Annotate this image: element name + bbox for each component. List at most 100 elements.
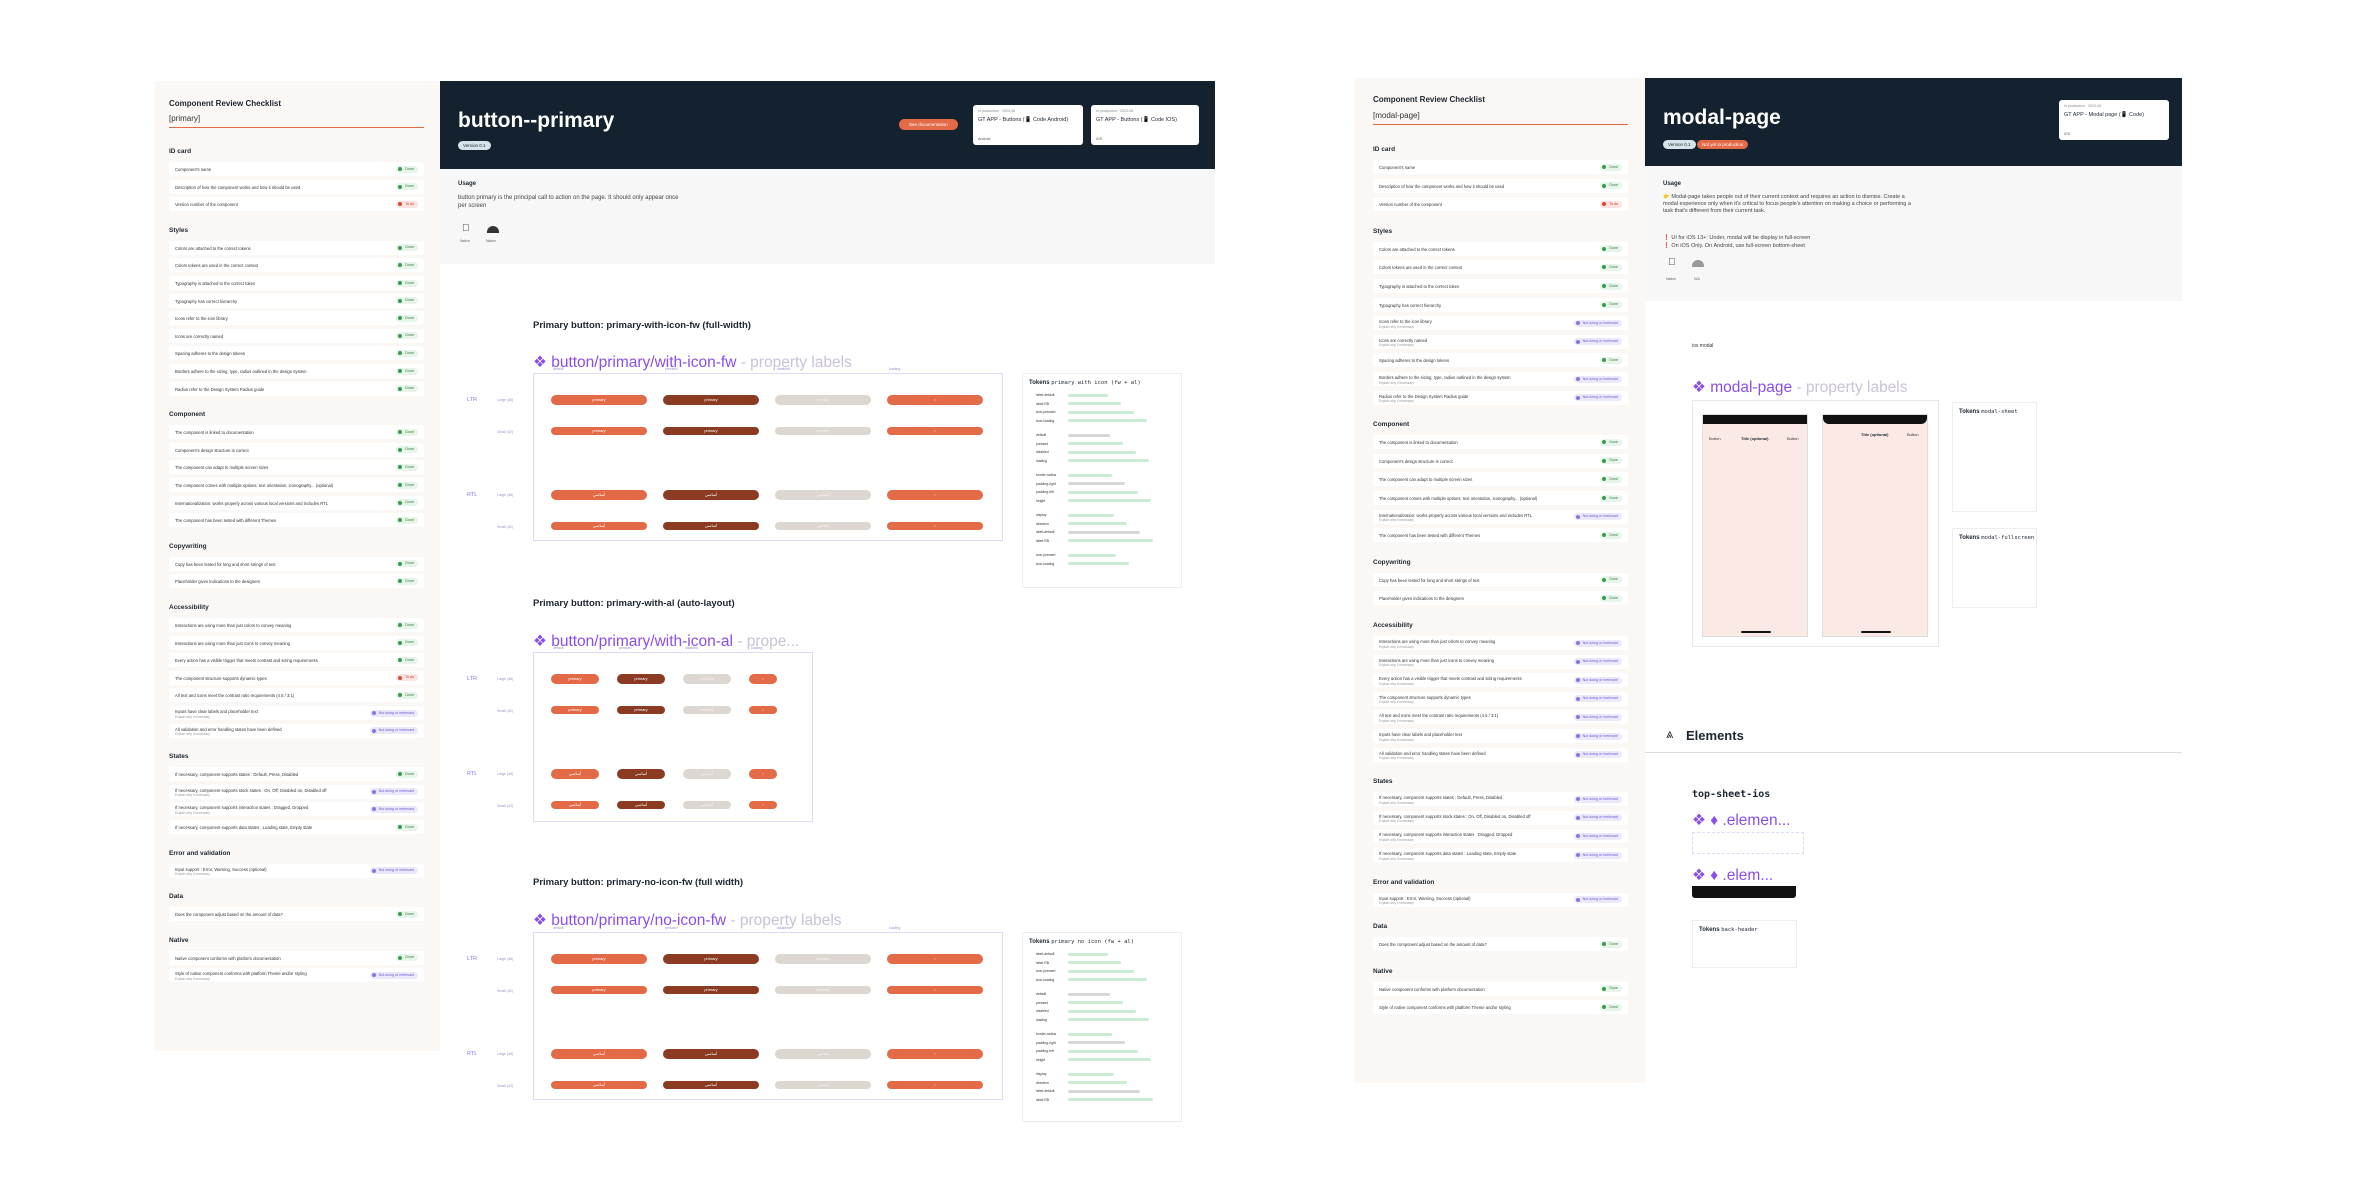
checklist-item[interactable]: Borders adhere to the sizing, type, radi… [1373,372,1628,386]
status-badge[interactable]: To do [396,674,418,682]
status-badge[interactable]: Done [396,279,418,287]
checklist-item[interactable]: Description of how the component works a… [169,179,424,194]
primary-button-pressed[interactable]: primary [663,395,759,405]
checklist-item[interactable]: The component is linked to documentation… [169,425,424,440]
checklist-item[interactable]: Placeholder gives indications to the des… [169,574,424,589]
status-badge[interactable]: Done [1600,594,1622,602]
status-badge[interactable]: Not doing or irrelevant [1573,338,1622,346]
android-code-card[interactable]: In production · 2023-08 GT APP - Buttons… [973,105,1083,145]
status-badge[interactable]: Not doing or irrelevant [1573,814,1622,822]
checklist-item[interactable]: The component comes with multiple option… [1373,491,1628,505]
status-badge[interactable]: Done [1600,985,1622,993]
checklist-item[interactable]: Version number of the component To do [169,197,424,212]
status-badge[interactable]: To do [396,200,418,208]
primary-button-pressed[interactable]: أساسي [663,1081,759,1089]
checklist-item[interactable]: Style of native component conforms with … [1373,1000,1628,1015]
status-badge[interactable]: Done [396,560,418,568]
primary-button-pressed[interactable]: أساسي [617,801,665,809]
checklist-item[interactable]: If necessary, component supports interac… [1373,829,1628,844]
primary-button-disabled[interactable]: primary [683,706,731,714]
checklist-item[interactable]: Icons are correctly named Explain why if … [1373,334,1628,349]
checklist-item[interactable]: Every action has a visible trigger that … [1373,673,1628,688]
primary-button-default[interactable]: أساسي [551,1049,647,1059]
checklist-item[interactable]: If necessary, component supports states … [1373,792,1628,807]
checklist-item[interactable]: If necessary, component supports stock s… [169,784,424,799]
status-badge[interactable]: Done [396,770,418,778]
checklist-item[interactable]: Version number of the component To do [1373,197,1628,212]
checklist-item[interactable]: Icons refer to the icon library Explain w… [1373,316,1628,331]
primary-button-pressed[interactable]: أساسي [617,769,665,779]
checklist-item[interactable]: If necessary, component supports interac… [169,802,424,817]
status-badge[interactable]: Not doing or irrelevant [1573,394,1622,402]
checklist-item[interactable]: All validation and error handling states… [169,723,424,738]
status-badge[interactable]: Done [1600,263,1622,271]
loading-button[interactable]: ◌ [749,769,777,779]
primary-button-disabled[interactable]: أساسي [775,522,871,530]
status-badge[interactable]: Done [1600,494,1622,502]
status-badge[interactable]: Not doing or irrelevant [1573,732,1622,740]
checklist-item[interactable]: Component's design structure is correct D… [1373,453,1628,468]
primary-button-disabled[interactable]: primary [683,674,731,684]
status-badge[interactable]: Done [1600,940,1622,948]
checklist-item[interactable]: Component's name Done [1373,160,1628,174]
status-badge[interactable]: Done [396,910,418,918]
loading-button[interactable]: ◌ [887,490,983,500]
checklist-item[interactable]: Spacing adheres to the design tokens Done [169,346,424,361]
checklist-item[interactable]: Component's design structure is correct D… [169,442,424,457]
status-badge[interactable]: Done [396,656,418,664]
status-badge[interactable]: Not doing or irrelevant [1573,319,1622,327]
status-badge[interactable]: Done [396,385,418,393]
status-badge[interactable]: Done [396,367,418,375]
status-badge[interactable]: Done [396,314,418,322]
checklist-item[interactable]: Inputs have clear labels and placeholder… [1373,729,1628,743]
status-badge[interactable]: Done [396,446,418,454]
status-badge[interactable]: Not doing or irrelevant [1573,795,1622,803]
status-badge[interactable]: Not doing or irrelevant [369,727,418,735]
checklist-item[interactable]: All validation and error handling states… [1373,747,1628,762]
checklist-item[interactable]: The component has been tested with diffe… [169,513,424,528]
checklist-item[interactable]: Component's name Done [169,162,424,176]
status-badge[interactable]: Done [396,481,418,489]
status-badge[interactable]: Done [396,639,418,647]
loading-button[interactable]: ◌ [887,522,983,530]
loading-button[interactable]: ◌ [887,1049,983,1059]
status-badge[interactable]: Done [396,428,418,436]
status-badge[interactable]: Done [1600,282,1622,290]
checklist-item[interactable]: Interactions are using more than just co… [1373,636,1628,650]
primary-button-default[interactable]: أساسي [551,769,599,779]
checklist-item[interactable]: Spacing adheres to the design tokens Done [1373,353,1628,368]
primary-button-pressed[interactable]: primary [617,706,665,714]
checklist-item[interactable]: Description of how the component works a… [1373,178,1628,193]
status-badge[interactable]: Done [1600,576,1622,584]
primary-button-disabled[interactable]: primary [775,395,871,405]
primary-button-default[interactable]: primary [551,674,599,684]
status-badge[interactable]: Not doing or irrelevant [369,788,418,796]
status-badge[interactable]: Done [396,691,418,699]
status-badge[interactable]: Done [396,463,418,471]
status-badge[interactable]: Done [1600,163,1622,171]
status-badge[interactable]: Done [396,261,418,269]
checklist-item[interactable]: All text and icons meet the contrast rat… [169,688,424,703]
checklist-item[interactable]: Internationalization: works properly acr… [1373,509,1628,524]
checklist-item[interactable]: Copy has been tested for long and short … [1373,572,1628,587]
primary-button-pressed[interactable]: أساسي [663,490,759,500]
status-badge[interactable]: Done [396,165,418,173]
status-badge[interactable]: Done [1600,531,1622,539]
loading-button[interactable]: ◌ [887,954,983,964]
status-badge[interactable]: Not doing or irrelevant [1573,851,1622,859]
checklist-item[interactable]: Does the component adjust based on the a… [1373,937,1628,952]
status-badge[interactable]: Not doing or irrelevant [1573,832,1622,840]
primary-button-default[interactable]: primary [551,954,647,964]
status-badge[interactable]: Not doing or irrelevant [1573,639,1622,647]
primary-button-pressed[interactable]: primary [663,954,759,964]
loading-button[interactable]: ◌ [887,395,983,405]
checklist-item[interactable]: Style of native component conforms with … [169,968,424,983]
checklist-item[interactable]: Interactions are using more than just ic… [1373,654,1628,669]
checklist-item[interactable]: Typography has correct hierarchy Done [169,293,424,308]
checklist-item[interactable]: Icons are correctly named Done [169,328,424,343]
primary-button-disabled[interactable]: أساسي [683,769,731,779]
status-badge[interactable]: Done [396,823,418,831]
loading-button[interactable]: ◌ [887,427,983,435]
checklist-item[interactable]: Interactions are using more than just ic… [169,635,424,650]
primary-button-disabled[interactable]: primary [775,954,871,964]
